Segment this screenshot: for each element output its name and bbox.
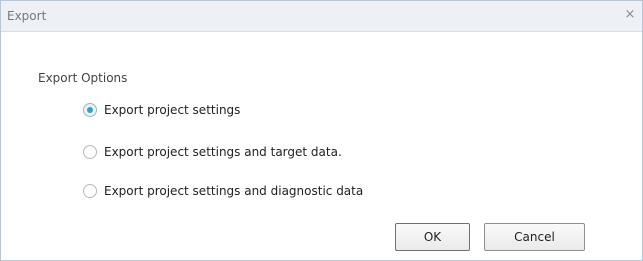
radio-label: Export project settings (104, 103, 241, 117)
radio-button[interactable] (83, 145, 97, 159)
dialog-title: Export (7, 9, 47, 23)
export-options-label: Export Options (38, 71, 128, 85)
radio-export-project-settings[interactable]: Export project settings (83, 101, 240, 119)
title-bar: Export × (1, 1, 642, 32)
dialog-content: Export Options Export project settings E… (1, 32, 642, 260)
radio-button[interactable] (83, 184, 97, 198)
radio-label: Export project settings and target data. (104, 145, 342, 159)
radio-label: Export project settings and diagnostic d… (104, 184, 364, 198)
radio-button-checked[interactable] (83, 103, 97, 117)
radio-export-settings-diagnostic-data[interactable]: Export project settings and diagnostic d… (83, 182, 363, 200)
close-icon[interactable]: × (622, 7, 638, 23)
radio-export-settings-target-data[interactable]: Export project settings and target data. (83, 143, 342, 161)
ok-button[interactable]: OK (395, 223, 470, 251)
cancel-button[interactable]: Cancel (484, 223, 585, 251)
export-dialog: Export × Export Options Export project s… (0, 0, 643, 261)
